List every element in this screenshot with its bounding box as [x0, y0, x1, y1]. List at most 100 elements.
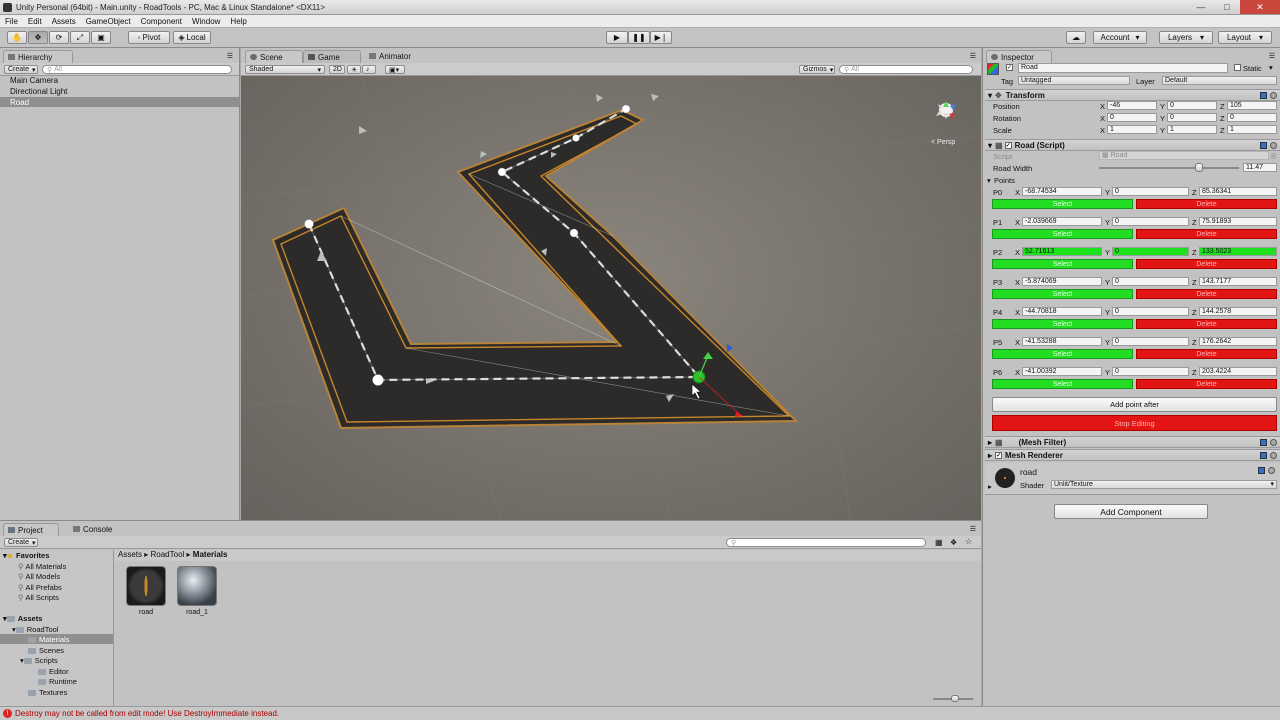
- point-delete-button[interactable]: Delete: [1136, 259, 1277, 269]
- perspective-label[interactable]: < Persp: [931, 139, 955, 146]
- hierarchy-item-main-camera[interactable]: Main Camera: [10, 76, 58, 85]
- maximize-button[interactable]: □: [1214, 0, 1240, 14]
- folder-scenes[interactable]: Scenes: [28, 646, 64, 655]
- icon-size-slider-thumb[interactable]: [951, 695, 959, 702]
- point-z-field[interactable]: 176.2642: [1199, 337, 1277, 346]
- road-script-enabled-checkbox[interactable]: ✓: [1004, 141, 1012, 149]
- step-button[interactable]: ▶❘: [650, 31, 672, 44]
- hierarchy-create-dropdown[interactable]: Create ▾: [4, 65, 38, 74]
- scene-audio-toggle[interactable]: ♪: [362, 65, 376, 74]
- point-z-field[interactable]: 75.91893: [1199, 217, 1277, 226]
- material-foldout-icon[interactable]: ▸: [988, 482, 992, 491]
- gear-icon[interactable]: [1270, 452, 1277, 459]
- layer-dropdown[interactable]: Default: [1162, 76, 1277, 85]
- point-select-button[interactable]: Select: [992, 289, 1133, 299]
- point-select-button[interactable]: Select: [992, 259, 1133, 269]
- add-component-button[interactable]: Add Component: [1054, 504, 1208, 519]
- gear-icon[interactable]: [1270, 439, 1277, 446]
- rotation-y-field[interactable]: 0: [1167, 113, 1217, 122]
- fav-item-all-prefabs[interactable]: ⚲ All Prefabs: [18, 583, 62, 592]
- scene-effects-dropdown[interactable]: ▣▾: [385, 65, 405, 74]
- breadcrumb-roadtool[interactable]: RoadTool: [151, 550, 185, 559]
- mesh-renderer-enabled-checkbox[interactable]: ✓: [995, 451, 1003, 459]
- fav-item-all-models[interactable]: ⚲ All Models: [18, 572, 60, 581]
- point-x-field[interactable]: -44.70818: [1022, 307, 1102, 316]
- cloud-button[interactable]: ☁: [1066, 31, 1086, 44]
- gear-icon[interactable]: [1268, 467, 1275, 474]
- road-width-slider-track[interactable]: [1099, 167, 1239, 169]
- folder-scripts[interactable]: ▾ Scripts: [20, 656, 58, 665]
- fav-item-all-materials[interactable]: ⚲ All Materials: [18, 562, 66, 571]
- point-z-field[interactable]: 203.4224: [1199, 367, 1277, 376]
- points-foldout-icon[interactable]: ▾: [987, 176, 991, 185]
- rotation-x-field[interactable]: 0: [1107, 113, 1157, 122]
- fav-item-all-scripts[interactable]: ⚲ All Scripts: [18, 593, 59, 602]
- point-x-field[interactable]: -5.874069: [1022, 277, 1102, 286]
- point-x-field[interactable]: -2.039669: [1022, 217, 1102, 226]
- panel-menu-icon[interactable]: ☰: [970, 525, 976, 533]
- minimize-button[interactable]: —: [1188, 0, 1214, 14]
- favorite-star-icon[interactable]: ☆: [965, 537, 972, 546]
- position-x-field[interactable]: -46: [1107, 101, 1157, 110]
- point-x-field[interactable]: -41.00392: [1022, 367, 1102, 376]
- point-delete-button[interactable]: Delete: [1136, 199, 1277, 209]
- add-point-after-button[interactable]: Add point after: [992, 397, 1277, 412]
- point-y-field[interactable]: 0: [1112, 277, 1189, 286]
- transform-header[interactable]: ▾ ✥ Transform: [985, 89, 1280, 101]
- point-delete-button[interactable]: Delete: [1136, 379, 1277, 389]
- breadcrumb-materials[interactable]: Materials: [193, 550, 228, 559]
- mesh-filter-header[interactable]: ▸ ▦ (Mesh Filter): [985, 436, 1280, 448]
- menu-component[interactable]: Component: [136, 17, 187, 26]
- status-bar[interactable]: ! Destroy may not be called from edit mo…: [0, 706, 1280, 720]
- rect-tool-button[interactable]: ▣: [91, 31, 111, 44]
- project-search-input[interactable]: ⚲: [726, 538, 926, 547]
- hierarchy-item-road-row[interactable]: Road: [0, 97, 239, 107]
- point-delete-button[interactable]: Delete: [1136, 349, 1277, 359]
- gizmos-dropdown[interactable]: Gizmos ▾: [799, 65, 835, 74]
- menu-file[interactable]: File: [0, 17, 23, 26]
- breadcrumb-assets[interactable]: Assets: [118, 550, 142, 559]
- point-select-button[interactable]: Select: [992, 349, 1133, 359]
- help-icon[interactable]: [1260, 92, 1267, 99]
- position-y-field[interactable]: 0: [1167, 101, 1217, 110]
- shading-mode-dropdown[interactable]: Shaded ▾: [245, 65, 325, 74]
- point-y-field[interactable]: 0: [1112, 187, 1189, 196]
- pivot-toggle[interactable]: ◦ Pivot: [128, 31, 170, 44]
- scene-search-input[interactable]: ⚲ All: [839, 65, 973, 74]
- asset-road-1-thumbnail[interactable]: [177, 566, 217, 606]
- point-y-field[interactable]: 0: [1112, 337, 1189, 346]
- folder-textures[interactable]: Textures: [28, 688, 67, 697]
- tab-project[interactable]: Project: [3, 523, 59, 536]
- stop-editing-button[interactable]: Stop Editing: [992, 415, 1277, 431]
- move-tool-button[interactable]: ✥: [28, 31, 48, 44]
- road-width-slider-thumb[interactable]: [1195, 163, 1204, 172]
- folder-editor[interactable]: Editor: [38, 667, 69, 676]
- gear-icon[interactable]: [1270, 142, 1277, 149]
- point-y-field[interactable]: 0: [1112, 307, 1189, 316]
- tab-inspector[interactable]: Inspector: [986, 50, 1052, 63]
- point-select-button[interactable]: Select: [992, 379, 1133, 389]
- rotate-tool-button[interactable]: ⟳: [49, 31, 69, 44]
- rotation-z-field[interactable]: 0: [1227, 113, 1277, 122]
- folder-materials-selected-row[interactable]: Materials: [0, 634, 113, 644]
- panel-menu-icon[interactable]: ☰: [1269, 52, 1275, 60]
- point-x-field[interactable]: 52.71613: [1022, 247, 1102, 256]
- scale-z-field[interactable]: 1: [1227, 125, 1277, 134]
- help-icon[interactable]: [1258, 467, 1265, 474]
- point-x-field[interactable]: -68.74534: [1022, 187, 1102, 196]
- static-dropdown-arrow[interactable]: ▾: [1269, 63, 1273, 72]
- point-z-field[interactable]: 143.7177: [1199, 277, 1277, 286]
- point-y-field[interactable]: 0: [1112, 367, 1189, 376]
- pause-button[interactable]: ❚❚: [628, 31, 650, 44]
- hand-tool-button[interactable]: ✋: [7, 31, 27, 44]
- help-icon[interactable]: [1260, 142, 1267, 149]
- road-script-header[interactable]: ▾ ▦ ✓ Road (Script): [985, 139, 1280, 151]
- tab-hierarchy[interactable]: Hierarchy: [3, 50, 73, 63]
- play-button[interactable]: ▶: [606, 31, 628, 44]
- folder-roadtool[interactable]: ▾ RoadTool: [12, 625, 58, 634]
- help-icon[interactable]: [1260, 452, 1267, 459]
- point-delete-button[interactable]: Delete: [1136, 319, 1277, 329]
- gear-icon[interactable]: [1270, 92, 1277, 99]
- menu-help[interactable]: Help: [225, 17, 251, 26]
- panel-menu-icon[interactable]: ☰: [970, 52, 976, 60]
